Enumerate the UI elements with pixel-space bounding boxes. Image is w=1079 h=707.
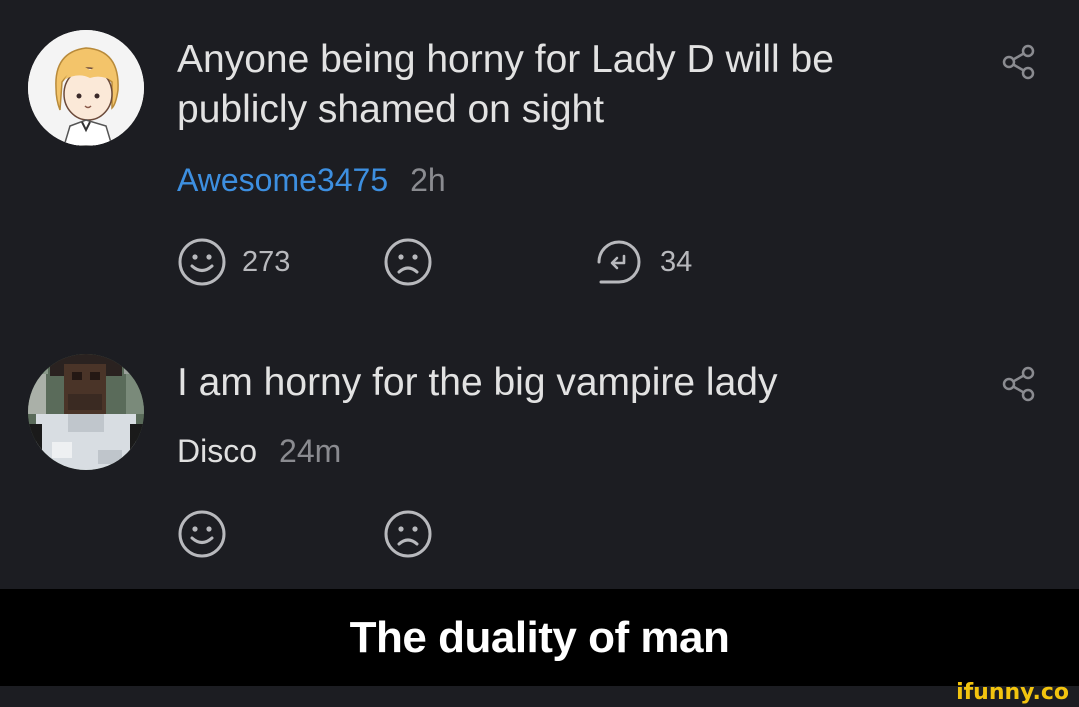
frown-icon [384,510,432,558]
author-name[interactable]: Disco [177,433,257,469]
comment-text: I am horny for the big vampire lady [177,361,778,404]
timestamp: 2h [410,162,446,198]
share-button[interactable] [997,40,1041,84]
meme-caption: The duality of man [349,612,730,662]
share-icon [1002,366,1035,402]
smile-icon [178,238,226,286]
screen: Anyone being horny for Lady D will be pu… [0,0,1079,707]
reply-button[interactable]: 34 [593,236,692,288]
comment-1: Anyone being horny for Lady D will be pu… [0,0,1079,300]
dislike-button[interactable] [383,508,433,560]
ifunny-watermark: ifunny.co [956,680,1069,705]
comment-2: I am horny for the big vampire lady Disc… [0,300,1079,589]
anime-avatar-image [28,30,144,146]
reply-icon [597,240,641,284]
pixelated-photo-avatar-image [28,354,144,470]
frown-icon [384,238,432,286]
dislike-button[interactable] [383,236,433,288]
comment-meta: Awesome3475 2h [177,160,446,200]
timestamp: 24m [279,433,342,469]
like-button[interactable]: 273 [177,236,290,288]
comment-meta: Disco 24m [177,431,341,471]
reply-count: 34 [660,245,693,278]
comment-text: Anyone being horny for Lady D will be pu… [177,38,834,131]
share-button[interactable] [997,362,1041,406]
smile-icon [178,510,226,558]
author-link[interactable]: Awesome3475 [177,162,388,198]
like-button[interactable] [177,508,227,560]
caption-bar: The duality of man [0,589,1079,686]
avatar[interactable] [28,30,144,146]
avatar[interactable] [28,354,144,470]
share-icon [1002,44,1035,80]
like-count: 273 [242,245,291,278]
